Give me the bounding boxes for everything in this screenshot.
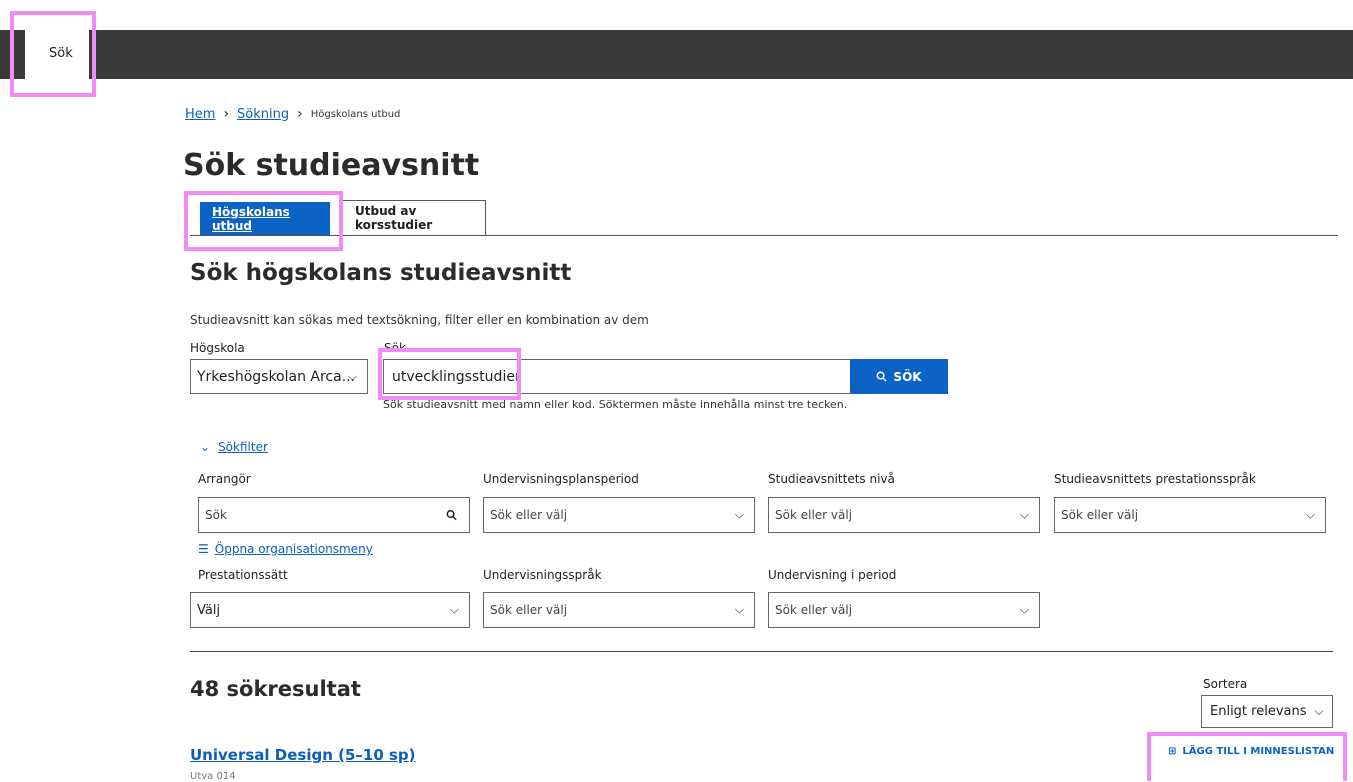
arranger-placeholder: Sök bbox=[205, 508, 227, 522]
list-search-icon: ☰ bbox=[198, 542, 209, 556]
teaching-language-select[interactable]: Sök eller välj ⌵ bbox=[483, 592, 755, 628]
topbar-search-tab-label: Sök bbox=[49, 46, 73, 61]
breadcrumb-search[interactable]: Sökning bbox=[237, 107, 289, 122]
chevron-right-icon: › bbox=[297, 106, 303, 122]
level-label: Studieavsnittets nivå bbox=[768, 472, 895, 486]
add-to-memory-list-button[interactable]: ⊞ LÄGG TILL I MINNESLISTAN bbox=[1168, 746, 1334, 757]
level-select[interactable]: Sök eller välj ⌵ bbox=[768, 497, 1040, 533]
arranger-input[interactable]: Sök bbox=[198, 497, 470, 533]
teaching-period-label: Undervisning i period bbox=[768, 568, 897, 582]
tab-hogskolans-utbud[interactable]: Högskolans utbud bbox=[200, 202, 330, 236]
method-select[interactable]: Välj ⌵ bbox=[190, 592, 470, 628]
sort-select[interactable]: Enligt relevans ⌵ bbox=[1201, 695, 1333, 728]
top-bar bbox=[0, 30, 1353, 79]
performance-language-label: Studieavsnittets prestationsspråk bbox=[1054, 472, 1256, 486]
period-select[interactable]: Sök eller välj ⌵ bbox=[483, 497, 755, 533]
arranger-label: Arrangör bbox=[198, 472, 251, 486]
chevron-down-icon: ⌄ bbox=[200, 440, 211, 454]
search-icon bbox=[876, 371, 888, 382]
filter-toggle-label: Sökfilter bbox=[218, 440, 268, 454]
search-input-value: utvecklingsstudier bbox=[392, 368, 521, 385]
results-divider bbox=[190, 651, 1333, 652]
result-title-link[interactable]: Universal Design (5–10 sp) bbox=[190, 746, 416, 764]
performance-language-placeholder: Sök eller välj bbox=[1061, 508, 1139, 522]
search-helper-text: Sök studieavsnitt med namn eller kod. Sö… bbox=[383, 398, 848, 411]
teaching-period-select[interactable]: Sök eller välj ⌵ bbox=[768, 592, 1040, 628]
breadcrumb-current: Högskolans utbud bbox=[310, 108, 401, 120]
tab-bar: Högskolans utbud Utbud av korsstudier bbox=[190, 200, 486, 236]
add-list-icon: ⊞ bbox=[1168, 746, 1177, 757]
chevron-right-icon: › bbox=[223, 106, 230, 122]
tab-korsstudier[interactable]: Utbud av korsstudier bbox=[342, 200, 486, 235]
org-menu-label: Öppna organisationsmeny bbox=[214, 542, 373, 556]
chevron-down-icon: ⌵ bbox=[1019, 602, 1029, 617]
teaching-period-placeholder: Sök eller välj bbox=[775, 603, 853, 617]
period-placeholder: Sök eller välj bbox=[490, 508, 568, 522]
chevron-down-icon: ⌵ bbox=[734, 602, 744, 617]
chevron-down-icon: ⌵ bbox=[734, 507, 744, 522]
topbar-search-tab[interactable]: Sök bbox=[21, 30, 89, 79]
section-title: Sök högskolans studieavsnitt bbox=[190, 260, 572, 286]
org-menu-link[interactable]: ☰ Öppna organisationsmeny bbox=[198, 542, 373, 556]
sort-value: Enligt relevans bbox=[1210, 704, 1307, 719]
tabs-divider bbox=[190, 235, 1338, 236]
add-to-memory-list-label: LÄGG TILL I MINNESLISTAN bbox=[1182, 746, 1335, 757]
teaching-language-label: Undervisningsspråk bbox=[483, 568, 602, 582]
chevron-down-icon: ⌵ bbox=[1019, 507, 1029, 522]
results-count: 48 sökresultat bbox=[190, 677, 361, 701]
chevron-down-icon: ⌵ bbox=[347, 369, 357, 383]
method-label: Prestationssätt bbox=[198, 568, 288, 582]
search-button[interactable]: SÖK bbox=[850, 359, 948, 394]
result-code: Utva 014 bbox=[190, 771, 236, 782]
breadcrumb-home[interactable]: Hem bbox=[185, 107, 215, 122]
performance-language-select[interactable]: Sök eller välj ⌵ bbox=[1054, 497, 1326, 533]
filter-toggle[interactable]: ⌄ Sökfilter bbox=[200, 440, 268, 454]
search-input[interactable]: utvecklingsstudier bbox=[383, 359, 851, 394]
method-value: Välj bbox=[197, 602, 221, 618]
sort-label: Sortera bbox=[1203, 677, 1248, 691]
chevron-down-icon: ⌵ bbox=[449, 602, 459, 617]
level-placeholder: Sök eller välj bbox=[775, 508, 853, 522]
section-description: Studieavsnitt kan sökas med textsökning,… bbox=[190, 313, 649, 327]
search-icon bbox=[446, 510, 457, 521]
search-button-label: SÖK bbox=[893, 369, 922, 384]
page-title: Sök studieavsnitt bbox=[183, 148, 480, 183]
search-label: Sök bbox=[384, 341, 406, 355]
breadcrumb: Hem › Sökning › Högskolans utbud bbox=[185, 106, 400, 122]
school-label: Högskola bbox=[190, 341, 245, 355]
school-select-value: Yrkeshögskolan Arca... bbox=[197, 368, 356, 385]
school-select[interactable]: Yrkeshögskolan Arca... ⌵ bbox=[190, 359, 368, 394]
teaching-language-placeholder: Sök eller välj bbox=[490, 603, 568, 617]
period-label: Undervisningsplansperiod bbox=[483, 472, 639, 486]
chevron-down-icon: ⌵ bbox=[1314, 704, 1324, 718]
chevron-down-icon: ⌵ bbox=[1305, 507, 1315, 522]
